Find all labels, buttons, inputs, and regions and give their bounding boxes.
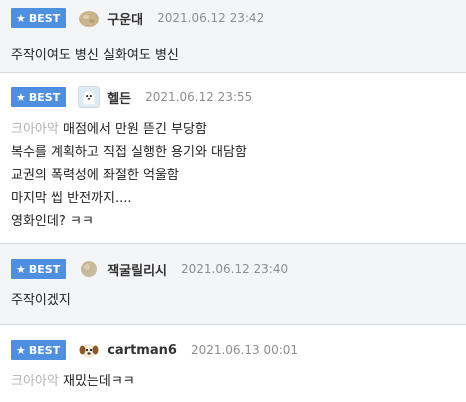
star-icon: ★ [16, 262, 26, 276]
comment-body: 크아아악 매점에서 만원 뜯긴 부당함 복수를 계획하고 직접 실행한 용기와 … [11, 118, 466, 233]
comment-header: ★ BEST 구운대 2021.06.12 23:42 [11, 6, 466, 30]
comment-date: 2021.06.12 23:40 [181, 262, 289, 276]
comment-prefix: 크아아악 [11, 122, 59, 137]
comment-line-text: 매점에서 만원 뜯긴 부당함 [62, 122, 207, 137]
beige-circle-avatar-icon[interactable] [78, 258, 100, 280]
comment-body: 주작이겠지 [11, 289, 466, 312]
puppy-avatar-icon[interactable] [78, 339, 100, 361]
comment-item: ★ BEST 헬든 2021.06.12 23:55 크아아악 매점에서 만원 뜯… [0, 73, 466, 243]
comment-line: 크아아악 매점에서 만원 뜯긴 부당함 [11, 118, 466, 141]
comment-nickname[interactable]: 잭굴릴리시 [107, 260, 167, 279]
comment-line: 주작이여도 병신 실화여도 병신 [11, 48, 179, 63]
comment-line-text: 재밌는데ㅋㅋ [62, 374, 135, 389]
comment-header: ★ BEST 헬든 2021.06.12 23:55 [11, 85, 466, 109]
best-comment-list: ★ BEST 구운대 2021.06.12 23:42 주작이여도 병신 실화여도… [0, 0, 466, 402]
best-badge: ★ BEST [11, 340, 67, 360]
comment-prefix: 크아아악 [11, 374, 59, 389]
comment-date: 2021.06.12 23:55 [145, 90, 253, 104]
comment-line: 교권의 폭력성에 좌절한 억울함 [11, 168, 179, 183]
comment-line: 복수를 계획하고 직접 실행한 용기와 대담함 [11, 145, 247, 160]
best-badge: ★ BEST [11, 87, 67, 107]
comment-line: 크아아악 재밌는데ㅋㅋ [11, 370, 466, 393]
comment-item: ★ BEST 잭굴릴리시 2021.06.12 23:40 주작이겠지 [0, 244, 466, 324]
comment-date: 2021.06.12 23:42 [157, 11, 265, 25]
comment-nickname[interactable]: cartman6 [107, 343, 177, 358]
comment-nickname[interactable]: 구운대 [107, 9, 143, 28]
comment-header: ★ BEST 잭굴릴리시 2021.06.12 23:40 [11, 257, 466, 281]
comment-body: 크아아악 재밌는데ㅋㅋ [11, 370, 466, 393]
best-badge: ★ BEST [11, 259, 67, 279]
best-badge-label: BEST [28, 90, 61, 104]
star-icon: ★ [16, 343, 26, 357]
comment-date: 2021.06.13 00:01 [190, 343, 299, 357]
comment-body: 주작이여도 병신 실화여도 병신 [11, 44, 466, 67]
comment-item: ★ BEST 구운대 2021.06.12 23:42 주작이여도 병신 실화여도… [0, 0, 466, 72]
comment-line: 마지막 씹 반전까지.... [11, 191, 132, 206]
comment-header: ★ BEST cartman6 2021.06.13 00:01 [11, 338, 466, 362]
best-badge-label: BEST [28, 11, 61, 25]
comment-nickname[interactable]: 헬든 [107, 88, 131, 107]
best-badge-label: BEST [28, 343, 61, 357]
comment-item: ★ BEST cartman6 2021.06.13 00:01 크아아악 재밌는… [0, 325, 466, 402]
comment-line: 영화인데? ㅋㅋ [11, 214, 94, 229]
star-icon: ★ [16, 11, 26, 25]
star-icon: ★ [16, 90, 26, 104]
tan-blob-avatar-icon[interactable] [78, 7, 100, 29]
best-badge: ★ BEST [11, 8, 67, 28]
comment-line: 주작이겠지 [11, 293, 71, 308]
white-dog-avatar-icon[interactable] [78, 86, 101, 108]
best-badge-label: BEST [28, 262, 61, 276]
